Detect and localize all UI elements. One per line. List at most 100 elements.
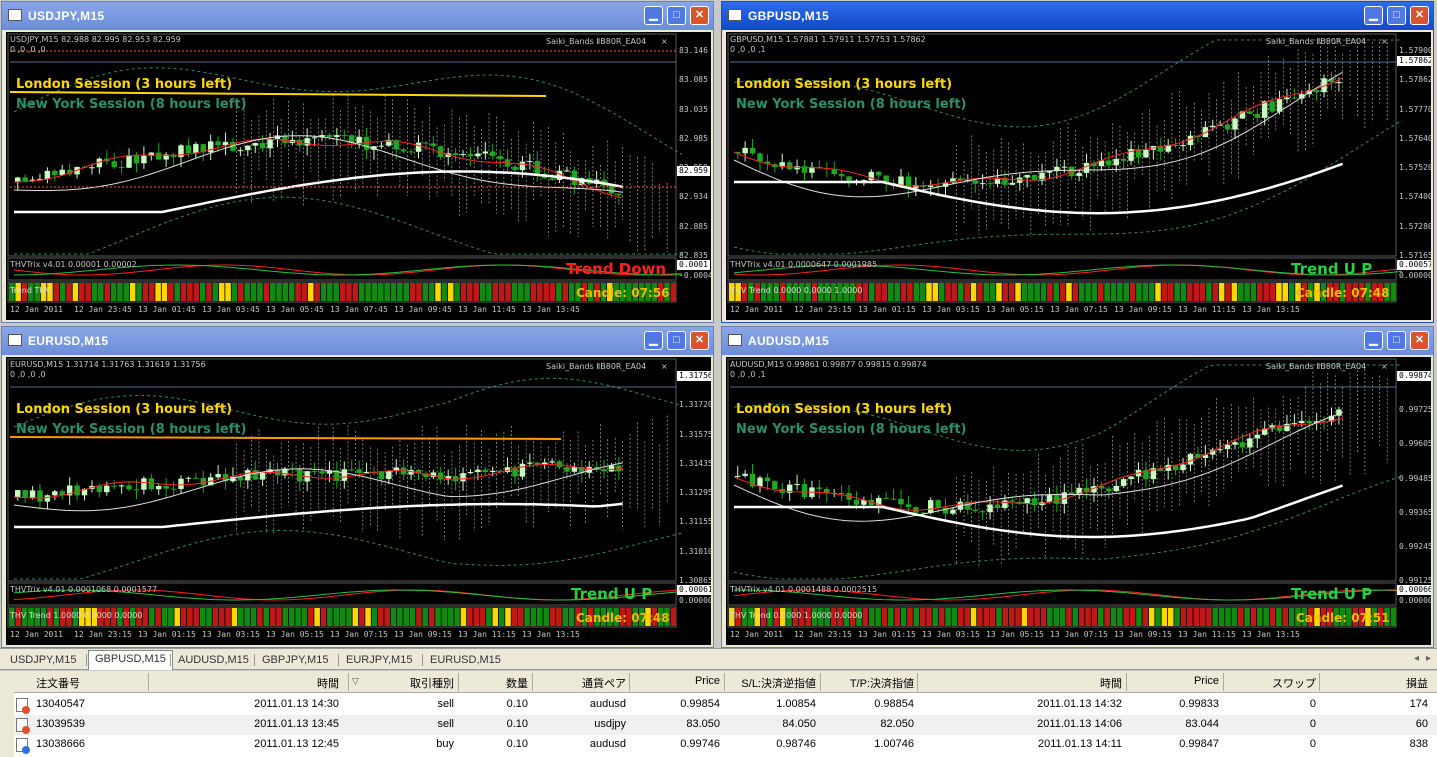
trix-axis-label: 0.00000 xyxy=(1399,271,1431,280)
trend-block xyxy=(1276,283,1282,301)
chart-tab[interactable]: USDJPY,M15 xyxy=(4,652,82,669)
price-chart[interactable]: EURUSD,M15 1.31714 1.31763 1.31619 1.317… xyxy=(6,357,711,645)
maximize-button[interactable]: □ xyxy=(667,331,686,350)
trend-block xyxy=(549,283,556,301)
candle-body xyxy=(556,461,563,468)
candle-body xyxy=(44,495,51,502)
window-titlebar[interactable]: GBPUSD,M15 ▁ □ ✕ xyxy=(722,2,1433,30)
candle-body xyxy=(356,469,362,473)
column-divider[interactable] xyxy=(148,673,149,691)
candle-body xyxy=(890,498,897,500)
maximize-button[interactable]: □ xyxy=(667,6,686,25)
close-button[interactable]: ✕ xyxy=(690,331,709,350)
column-divider[interactable] xyxy=(820,673,821,691)
column-header[interactable]: S/L:決済逆指値 xyxy=(726,675,816,691)
table-cell: 1.00854 xyxy=(776,698,816,710)
column-divider[interactable] xyxy=(724,673,725,691)
candle-body xyxy=(74,485,80,496)
window-titlebar[interactable]: EURUSD,M15 ▁ □ ✕ xyxy=(2,327,713,355)
trend-block xyxy=(894,283,900,301)
indicator-close-icon[interactable]: × xyxy=(1381,362,1388,371)
maximize-button[interactable]: □ xyxy=(1387,6,1406,25)
chart-tab[interactable]: GBPJPY,M15 xyxy=(256,652,334,669)
close-button[interactable]: ✕ xyxy=(1410,331,1429,350)
close-button[interactable]: ✕ xyxy=(690,6,709,25)
indicator-close-icon[interactable]: × xyxy=(661,362,668,371)
trend-block xyxy=(1282,608,1289,626)
table-cell: 2011.01.13 14:11 xyxy=(1037,738,1122,750)
chart-window-gbpusd[interactable]: GBPUSD,M15 ▁ □ ✕ GBPUSD,M15 1.57881 1.57911 … xyxy=(721,1,1434,323)
trend-block xyxy=(371,283,378,301)
chart-window-usdjpy[interactable]: USDJPY,M15 ▁ □ ✕ USDJPY,M15 82.988 82.995 82… xyxy=(1,1,714,323)
trend-block xyxy=(1072,283,1079,301)
chart-tab[interactable]: EURUSD,M15 xyxy=(424,652,507,669)
candle-body xyxy=(1106,488,1112,492)
price-chart[interactable]: AUDUSD,M15 0.99861 0.99877 0.99815 0.998… xyxy=(726,357,1431,645)
trend-block xyxy=(1047,283,1053,301)
column-header[interactable]: Price xyxy=(1128,675,1219,687)
column-header[interactable]: 時間 xyxy=(919,675,1122,691)
minimize-button[interactable]: ▁ xyxy=(644,6,663,25)
close-button[interactable]: ✕ xyxy=(1410,6,1429,25)
column-divider[interactable] xyxy=(1319,673,1320,691)
time-axis-label: 13 Jan 13:15 xyxy=(1242,305,1300,314)
candle-body xyxy=(1061,166,1067,168)
trend-block xyxy=(1288,608,1295,626)
column-divider[interactable] xyxy=(458,673,459,691)
column-divider[interactable] xyxy=(1126,673,1127,691)
candle-body xyxy=(1009,500,1016,502)
chart-window-audusd[interactable]: AUDUSD,M15 ▁ □ ✕ AUDUSD,M15 0.99861 0.99877 … xyxy=(721,326,1434,648)
candle-body xyxy=(1239,442,1246,448)
minimize-button[interactable]: ▁ xyxy=(644,331,663,350)
indicator-close-icon[interactable]: × xyxy=(1381,37,1388,46)
minimize-button[interactable]: ▁ xyxy=(1364,331,1383,350)
column-header[interactable]: 取引種別 xyxy=(350,675,454,691)
tabs-scroll-left-icon[interactable]: ◂ xyxy=(1414,653,1419,664)
trend-block xyxy=(900,608,907,626)
table-row[interactable]: 13040547 2011.01.13 14:30 sell 0.10 audusd 0.… xyxy=(14,695,1437,715)
trend-block xyxy=(142,283,149,301)
price-chart[interactable]: GBPUSD,M15 1.57881 1.57911 1.57753 1.578… xyxy=(726,32,1431,320)
trend-block xyxy=(1250,608,1257,626)
candle-body xyxy=(37,490,43,502)
chart-window-eurusd[interactable]: EURUSD,M15 ▁ □ ✕ EURUSD,M15 1.31714 1.31763 … xyxy=(1,326,714,648)
column-divider[interactable] xyxy=(917,673,918,691)
column-header[interactable]: 数量 xyxy=(460,675,528,691)
column-header[interactable]: 通貨ペア xyxy=(534,675,626,691)
column-divider[interactable] xyxy=(348,673,349,691)
column-divider[interactable] xyxy=(532,673,533,691)
window-titlebar[interactable]: AUDUSD,M15 ▁ □ ✕ xyxy=(722,327,1433,355)
trend-block xyxy=(244,608,250,626)
trend-block xyxy=(447,283,454,301)
candle-body xyxy=(994,504,1001,509)
table-header: 注文番号 時間 取引種別 数量 通貨ペア Price S/L:決済逆指値 T/P:決済指値 時間… xyxy=(14,671,1437,693)
column-divider[interactable] xyxy=(1223,673,1224,691)
trend-block xyxy=(983,283,990,301)
column-header[interactable]: Price xyxy=(631,675,720,687)
chart-tab[interactable]: EURJPY,M15 xyxy=(340,652,418,669)
window-titlebar[interactable]: USDJPY,M15 ▁ □ ✕ xyxy=(2,2,713,30)
column-header[interactable]: 損益 xyxy=(1321,675,1428,691)
maximize-button[interactable]: □ xyxy=(1387,331,1406,350)
table-row[interactable]: 13039539 2011.01.13 13:45 sell 0.10 usdjpy 83… xyxy=(14,715,1437,735)
column-header[interactable]: スワップ xyxy=(1225,675,1316,691)
indicator-name: Saiki_Bands ⅡB80R_EA04 xyxy=(546,37,647,46)
chart-tab[interactable]: GBPUSD,M15 xyxy=(88,650,173,670)
table-cell: 0.99854 xyxy=(680,698,720,710)
trend-block xyxy=(1097,608,1104,626)
column-header[interactable]: 注文番号 xyxy=(36,675,80,691)
time-axis-label: 13 Jan 13:45 xyxy=(522,305,580,314)
tabs-scroll-right-icon[interactable]: ▸ xyxy=(1426,653,1431,664)
trend-block xyxy=(1078,283,1085,301)
minimize-button[interactable]: ▁ xyxy=(1364,6,1383,25)
column-header[interactable]: T/P:決済指値 xyxy=(822,675,914,691)
indicator-close-icon[interactable]: × xyxy=(661,37,668,46)
chart-tab[interactable]: AUDUSD,M15 xyxy=(172,652,255,669)
price-chart[interactable]: USDJPY,M15 82.988 82.995 82.953 82.959 0 … xyxy=(6,32,711,320)
trend-block xyxy=(161,608,168,626)
column-divider[interactable] xyxy=(629,673,630,691)
trend-block xyxy=(390,608,397,626)
candle-body xyxy=(979,183,986,185)
column-header[interactable]: 時間 xyxy=(150,675,339,691)
table-row[interactable]: 13038666 2011.01.13 12:45 buy 0.10 audusd 0.9… xyxy=(14,735,1437,755)
